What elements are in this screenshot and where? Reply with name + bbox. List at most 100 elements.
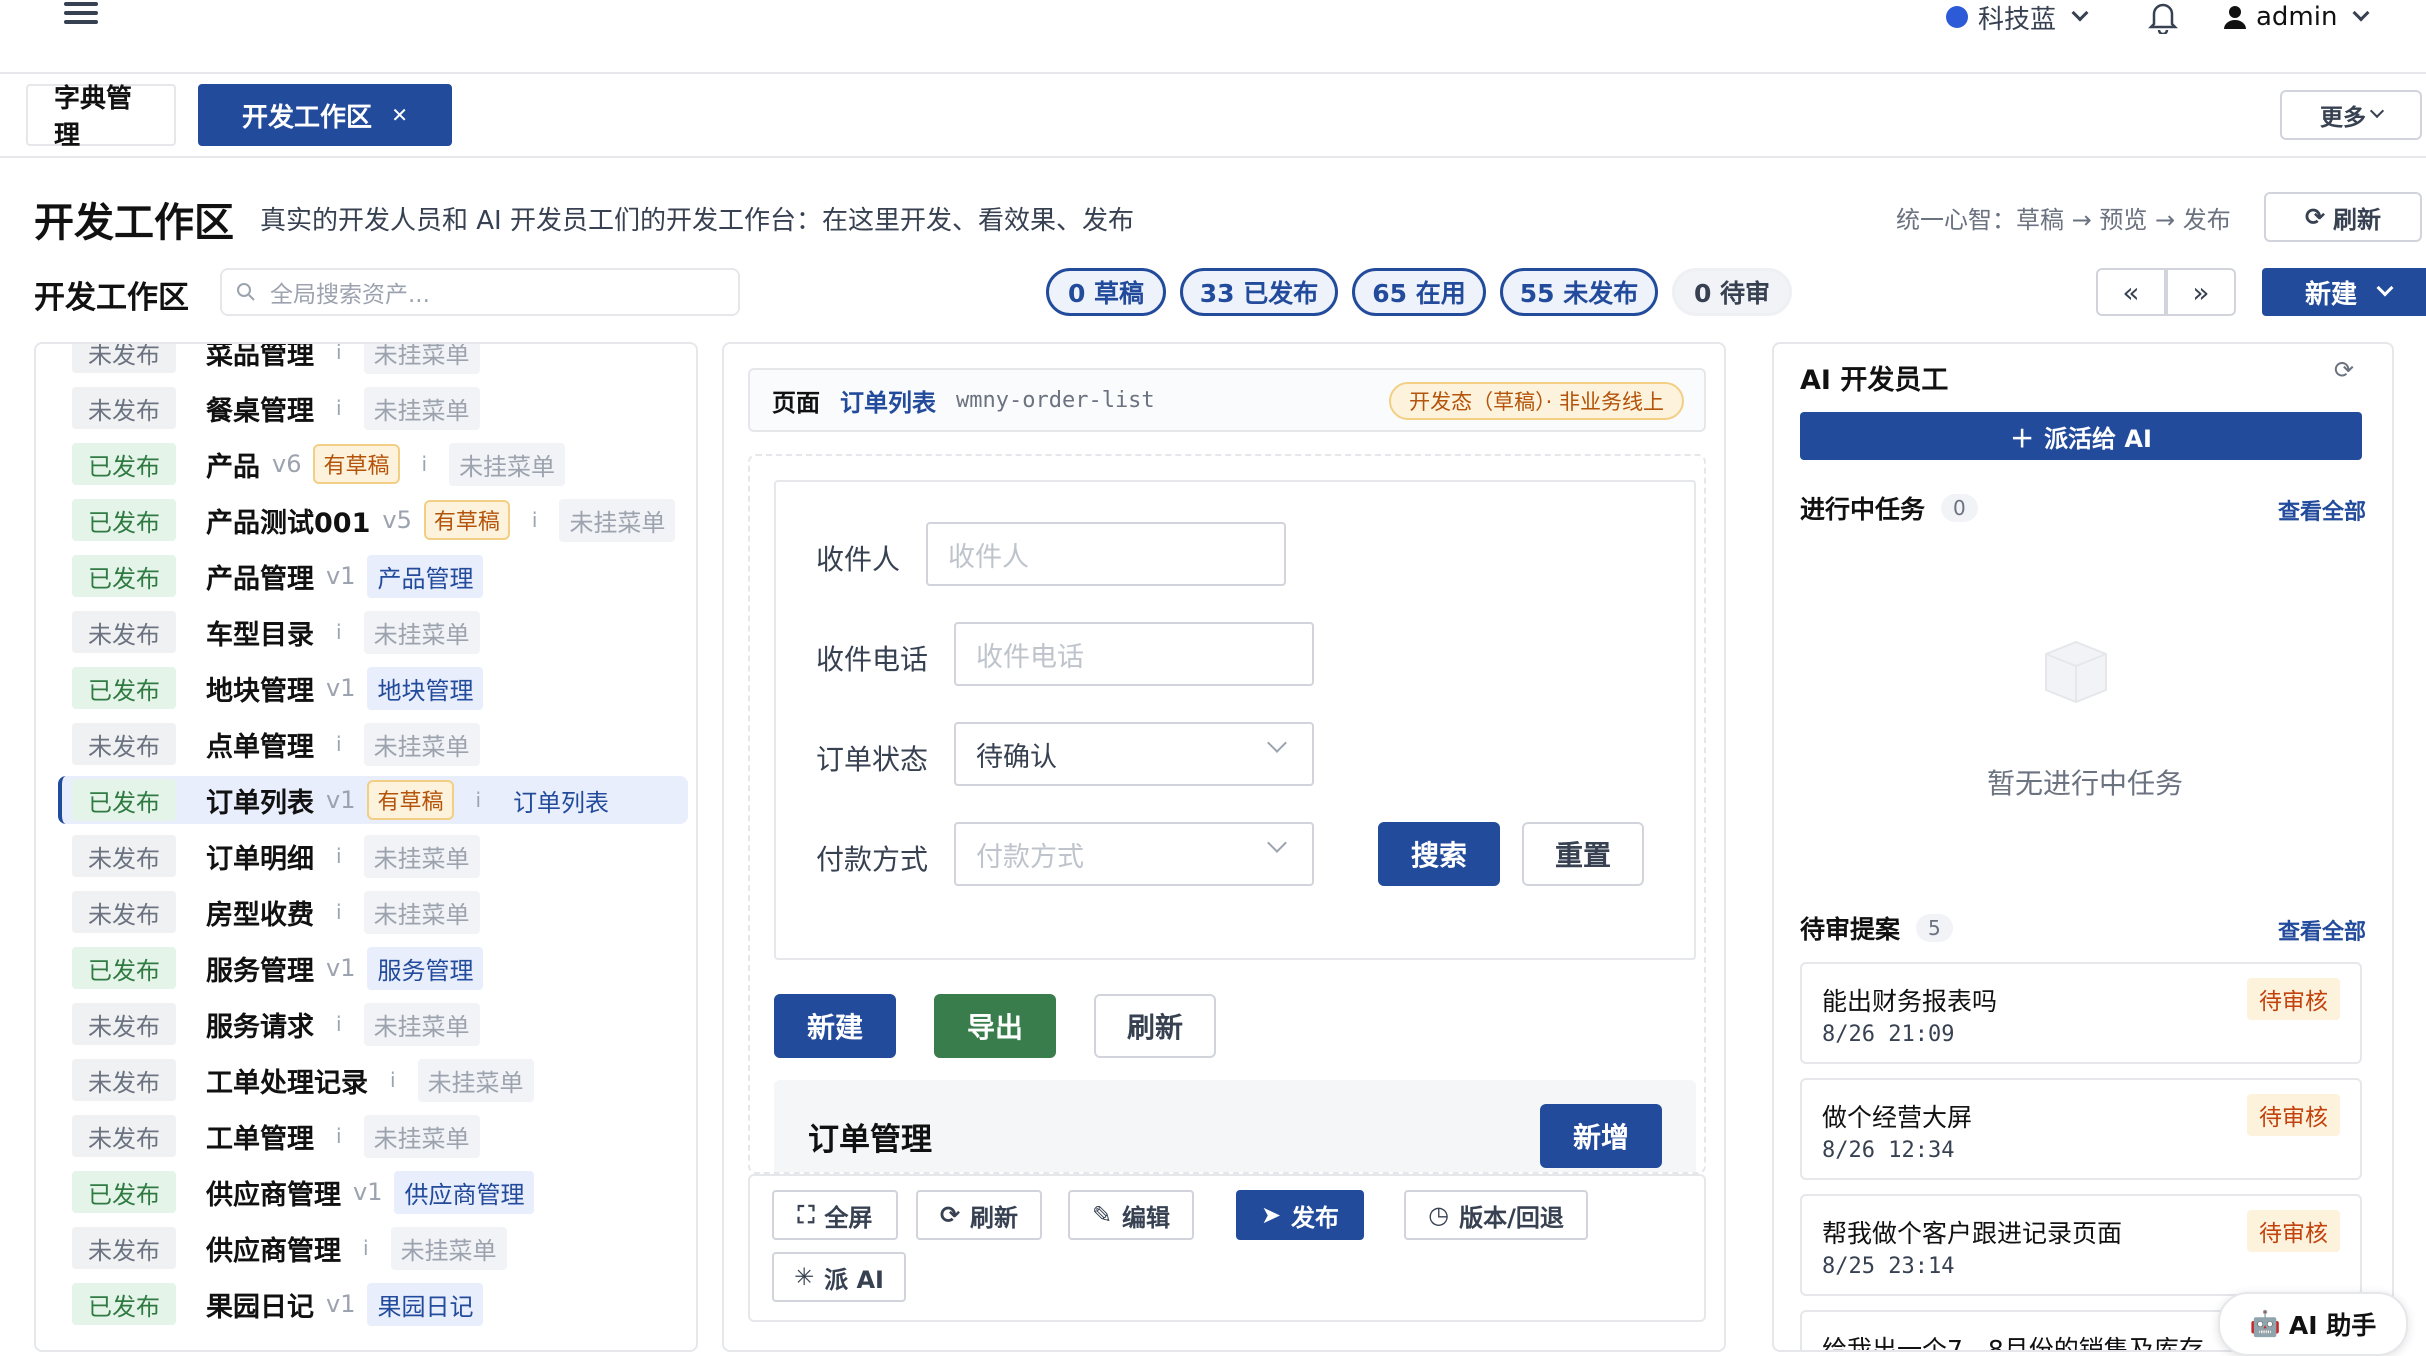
ai-assistant-button[interactable]: 🤖 AI 助手 — [2218, 1292, 2408, 1356]
pencil-icon: ✎ — [1091, 1201, 1113, 1229]
publish-button[interactable]: ➤ 发布 — [1236, 1190, 1364, 1240]
proposal-title: 做个经营大屏 — [1822, 1103, 1973, 1132]
info-icon: i — [531, 508, 538, 532]
theme-switcher[interactable]: 科技蓝 — [1946, 0, 2089, 35]
dispatch-ai-button[interactable]: ＋派活给 AI — [1800, 412, 2362, 460]
tab-dev-workspace[interactable]: 开发工作区 ✕ — [198, 84, 452, 146]
new-asset-button[interactable]: 新建 — [2262, 268, 2426, 316]
search-button[interactable]: 搜索 — [1378, 822, 1500, 886]
plus-icon: ＋ — [2010, 424, 2035, 453]
order-section: 订单管理 新增 — [774, 1080, 1696, 1172]
view-all-pending-link[interactable]: 查看全部 — [2278, 914, 2366, 946]
info-icon: i — [336, 732, 342, 756]
asset-row[interactable]: 未发布 工单处理记录 i 未挂菜单 — [72, 1056, 534, 1104]
asset-name: 车型目录 — [206, 619, 314, 651]
proposal-date: 8/26 12:34 — [1822, 1138, 1955, 1163]
asset-row[interactable]: 未发布 车型目录 i 未挂菜单 — [72, 608, 480, 656]
prev-button[interactable]: « — [2096, 268, 2166, 316]
refresh-list-button[interactable]: 刷新 — [1094, 994, 1216, 1058]
refresh-icon: ⟳ — [2304, 203, 2326, 231]
stat-unpublished-filter[interactable]: 55 未发布 — [1500, 268, 1658, 316]
info-icon: i — [336, 342, 342, 364]
asset-menu-tag: 未挂菜单 — [559, 498, 676, 542]
asset-menu-tag: 未挂菜单 — [363, 386, 480, 430]
next-button[interactable]: » — [2166, 268, 2236, 316]
asset-row[interactable]: 未发布 菜品管理 i 未挂菜单 — [72, 342, 480, 376]
asset-row[interactable]: 已发布 产品管理 v1 产品管理 — [72, 552, 484, 600]
add-button[interactable]: 新增 — [1540, 1104, 1662, 1168]
asset-row[interactable]: 已发布 产品 v6 有草稿 i 未挂菜单 — [72, 440, 566, 488]
preview-panel: 页面 订单列表 wmny-order-list 开发态（草稿）· 非业务线上 收… — [722, 342, 1726, 1352]
asset-status-badge: 已发布 — [72, 779, 176, 821]
info-icon: i — [336, 844, 342, 868]
chevron-down-icon — [2071, 4, 2089, 22]
proposal-card[interactable]: 能出财务报表吗 8/26 21:09 待审核 — [1800, 962, 2362, 1064]
asset-row[interactable]: 未发布 订单明细 i 未挂菜单 — [72, 832, 480, 880]
close-icon[interactable]: ✕ — [391, 103, 408, 127]
user-menu[interactable]: admin — [2224, 0, 2370, 34]
stat-draft-filter[interactable]: 0 草稿 — [1046, 268, 1166, 316]
assign-ai-button[interactable]: ✳ 派 AI — [772, 1252, 906, 1302]
phone-input[interactable]: 收件电话 — [954, 622, 1314, 686]
asset-row[interactable]: 已发布 地块管理 v1 地块管理 — [72, 664, 484, 712]
page-description: 真实的开发人员和 AI 开发员工们的开发工作台：在这里开发、看效果、发布 — [260, 206, 1134, 236]
receiver-input[interactable]: 收件人 — [926, 522, 1286, 586]
asset-row[interactable]: 已发布 订单列表 v1 有草稿 i 订单列表 — [58, 776, 688, 824]
asset-version: v1 — [326, 954, 356, 982]
running-count: 0 — [1941, 494, 1978, 522]
payment-select[interactable]: 付款方式 — [954, 822, 1314, 886]
bell-icon[interactable] — [2147, 0, 2179, 36]
toolbar-refresh-button[interactable]: ⟳ 刷新 — [916, 1190, 1042, 1240]
asset-row[interactable]: 未发布 餐桌管理 i 未挂菜单 — [72, 384, 480, 432]
stat-published-filter[interactable]: 33 已发布 — [1180, 268, 1338, 316]
clock-icon: ◷ — [1428, 1201, 1450, 1229]
asset-row[interactable]: 已发布 产品测试001 v5 有草稿 i 未挂菜单 — [72, 496, 676, 544]
proposal-status: 待审核 — [2247, 1210, 2340, 1252]
fullscreen-button[interactable]: ⛶ 全屏 — [772, 1190, 898, 1240]
asset-row[interactable]: 已发布 服务管理 v1 服务管理 — [72, 944, 484, 992]
info-icon: i — [475, 788, 482, 812]
asset-name: 果园日记 — [206, 1291, 314, 1323]
export-button[interactable]: 导出 — [934, 994, 1056, 1058]
view-all-running-link[interactable]: 查看全部 — [2278, 494, 2366, 526]
asset-name: 工单处理记录 — [206, 1067, 368, 1099]
asset-row[interactable]: 已发布 供应商管理 v1 供应商管理 — [72, 1168, 535, 1216]
proposal-date: 8/26 21:09 — [1822, 1022, 1955, 1047]
stat-in-use-filter[interactable]: 65 在用 — [1352, 268, 1486, 316]
version-button[interactable]: ◷ 版本/回退 — [1404, 1190, 1588, 1240]
global-search-input[interactable]: 全局搜索资产... — [220, 268, 740, 316]
asset-row[interactable]: 未发布 服务请求 i 未挂菜单 — [72, 1000, 480, 1048]
more-tabs-button[interactable]: 更多 — [2280, 90, 2422, 140]
asset-row[interactable]: 未发布 房型收费 i 未挂菜单 — [72, 888, 480, 936]
tab-dictionary[interactable]: 字典管理 — [26, 84, 176, 151]
refresh-button[interactable]: ⟳ 刷新 — [2264, 192, 2422, 242]
asset-status-badge: 未发布 — [72, 1059, 176, 1101]
asset-row[interactable]: 已发布 果园日记 v1 果园日记 — [72, 1280, 484, 1328]
pending-proposals-header: 待审提案 5 — [1800, 910, 1953, 946]
stat-pending-filter[interactable]: 0 待审 — [1672, 268, 1792, 316]
chevron-down-icon — [2352, 4, 2370, 22]
asset-status-badge: 未发布 — [72, 835, 176, 877]
page-name[interactable]: 订单列表 — [840, 383, 936, 418]
proposal-card[interactable]: 帮我做个客户跟进记录页面 8/25 23:14 待审核 — [1800, 1194, 2362, 1296]
new-button[interactable]: 新建 — [774, 994, 896, 1058]
menu-toggle-icon[interactable] — [64, 2, 98, 28]
refresh-icon[interactable]: ⟳ — [2334, 356, 2354, 384]
tab-bar: 字典管理 开发工作区 ✕ 更多 — [0, 74, 2426, 158]
proposal-title: 能出财务报表吗 — [1822, 987, 1998, 1016]
asset-menu-tag: 未挂菜单 — [449, 442, 566, 486]
asset-row[interactable]: 未发布 工单管理 i 未挂菜单 — [72, 1112, 480, 1160]
ai-panel: AI 开发员工 ⟳ ＋派活给 AI 进行中任务 0 查看全部 暂无进行中任务 待审… — [1772, 342, 2394, 1352]
status-select[interactable]: 待确认 — [954, 722, 1314, 786]
status-label: 订单状态 — [816, 743, 929, 776]
asset-name: 产品测试001 — [206, 507, 371, 539]
proposal-card[interactable]: 做个经营大屏 8/26 12:34 待审核 — [1800, 1078, 2362, 1180]
asset-row[interactable]: 未发布 点单管理 i 未挂菜单 — [72, 720, 480, 768]
asset-status-badge: 已发布 — [72, 667, 176, 709]
asset-row[interactable]: 未发布 供应商管理 i 未挂菜单 — [72, 1224, 507, 1272]
payment-label: 付款方式 — [816, 843, 929, 876]
asset-menu-tag: 服务管理 — [367, 946, 484, 990]
reset-button[interactable]: 重置 — [1522, 822, 1644, 886]
page-info-bar: 页面 订单列表 wmny-order-list 开发态（草稿）· 非业务线上 — [748, 368, 1706, 432]
edit-button[interactable]: ✎ 编辑 — [1068, 1190, 1194, 1240]
